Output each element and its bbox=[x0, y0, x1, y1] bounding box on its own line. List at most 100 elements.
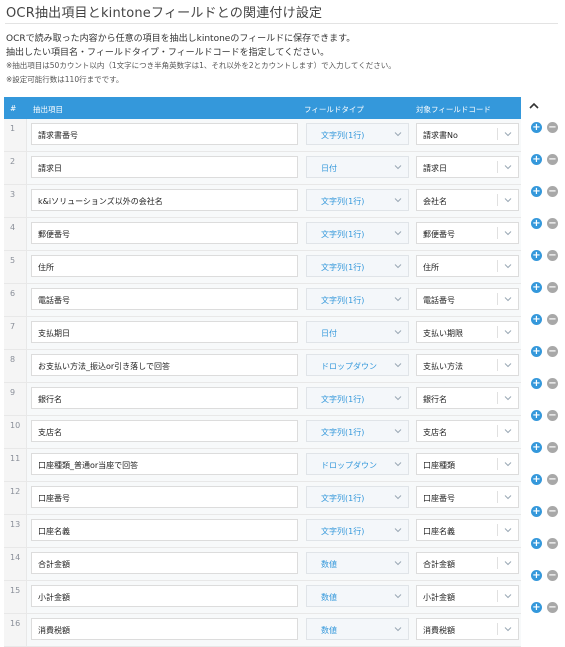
field-code-select[interactable]: 支店名 bbox=[416, 420, 519, 442]
field-code-select[interactable]: 会社名 bbox=[416, 189, 519, 211]
minus-circle-icon[interactable]: − bbox=[547, 218, 558, 229]
minus-circle-icon[interactable]: − bbox=[547, 250, 558, 261]
field-type-select[interactable]: 文字列(1行) bbox=[306, 387, 409, 409]
field-code-select[interactable]: 請求書No bbox=[416, 123, 519, 145]
minus-circle-icon[interactable]: − bbox=[547, 602, 558, 613]
minus-circle-icon[interactable]: − bbox=[547, 506, 558, 517]
field-code-select[interactable]: 消費税額 bbox=[416, 618, 519, 640]
plus-circle-icon[interactable]: + bbox=[531, 186, 542, 197]
row-action-buttons: + − bbox=[531, 602, 561, 614]
row-number-cell: 3 bbox=[4, 185, 27, 217]
row-number: 1 bbox=[10, 124, 16, 133]
extract-item-input[interactable]: 郵便番号 bbox=[31, 222, 298, 244]
field-type-select[interactable]: 文字列(1行) bbox=[306, 222, 409, 244]
field-type-select[interactable]: 文字列(1行) bbox=[306, 519, 409, 541]
chevron-down-icon bbox=[394, 198, 402, 203]
extract-item-input[interactable]: 口座種類_普通or当座で回答 bbox=[31, 453, 298, 475]
minus-circle-icon[interactable]: − bbox=[547, 282, 558, 293]
field-code-select[interactable]: 支払い方法 bbox=[416, 354, 519, 376]
plus-circle-icon[interactable]: + bbox=[531, 506, 542, 517]
plus-circle-icon[interactable]: + bbox=[531, 218, 542, 229]
plus-circle-icon[interactable]: + bbox=[531, 346, 542, 357]
plus-circle-icon[interactable]: + bbox=[531, 378, 542, 389]
field-code-select[interactable]: 口座名義 bbox=[416, 519, 519, 541]
field-code-select[interactable]: 口座種類 bbox=[416, 453, 519, 475]
field-code-select[interactable]: 住所 bbox=[416, 255, 519, 277]
field-type-select[interactable]: 数値 bbox=[306, 585, 409, 607]
minus-circle-icon[interactable]: − bbox=[547, 474, 558, 485]
select-divider bbox=[497, 425, 498, 437]
field-code-value: 小計金額 bbox=[423, 593, 455, 602]
plus-circle-icon[interactable]: + bbox=[531, 314, 542, 325]
plus-circle-icon[interactable]: + bbox=[531, 570, 542, 581]
extract-item-input[interactable]: 小計金額 bbox=[31, 585, 298, 607]
table-row: 3 k&iソリューションズ以外の会社名 文字列(1行) 会社名 bbox=[4, 185, 521, 218]
field-code-select[interactable]: 電話番号 bbox=[416, 288, 519, 310]
plus-circle-icon[interactable]: + bbox=[531, 474, 542, 485]
minus-circle-icon[interactable]: − bbox=[547, 570, 558, 581]
plus-circle-icon[interactable]: + bbox=[531, 410, 542, 421]
extract-item-input[interactable]: 請求書番号 bbox=[31, 123, 298, 145]
extract-item-input[interactable]: お支払い方法_振込or引き落しで回答 bbox=[31, 354, 298, 376]
chevron-down-icon bbox=[394, 396, 402, 401]
extract-item-input[interactable]: 消費税額 bbox=[31, 618, 298, 640]
field-code-value: 銀行名 bbox=[423, 395, 447, 404]
chevron-down-icon bbox=[504, 528, 512, 533]
extract-item-input[interactable]: 支払期日 bbox=[31, 321, 298, 343]
field-code-select[interactable]: 小計金額 bbox=[416, 585, 519, 607]
field-type-select[interactable]: 数値 bbox=[306, 552, 409, 574]
plus-circle-icon[interactable]: + bbox=[531, 122, 542, 133]
field-type-select[interactable]: 日付 bbox=[306, 321, 409, 343]
field-code-select[interactable]: 郵便番号 bbox=[416, 222, 519, 244]
row-number: 2 bbox=[10, 157, 16, 166]
plus-circle-icon[interactable]: + bbox=[531, 602, 542, 613]
minus-circle-icon[interactable]: − bbox=[547, 154, 558, 165]
field-type-select[interactable]: 文字列(1行) bbox=[306, 288, 409, 310]
field-code-value: 電話番号 bbox=[423, 296, 455, 305]
extract-item-input[interactable]: 電話番号 bbox=[31, 288, 298, 310]
minus-circle-icon[interactable]: − bbox=[547, 378, 558, 389]
field-type-select[interactable]: 文字列(1行) bbox=[306, 255, 409, 277]
field-type-select[interactable]: 日付 bbox=[306, 156, 409, 178]
field-type-select[interactable]: 文字列(1行) bbox=[306, 123, 409, 145]
minus-circle-icon[interactable]: − bbox=[547, 538, 558, 549]
extract-item-input[interactable]: 口座名義 bbox=[31, 519, 298, 541]
minus-circle-icon[interactable]: − bbox=[547, 314, 558, 325]
chevron-up-icon[interactable] bbox=[528, 101, 540, 111]
plus-circle-icon[interactable]: + bbox=[531, 154, 542, 165]
field-type-select[interactable]: ドロップダウン bbox=[306, 354, 409, 376]
field-code-select[interactable]: 支払い期限 bbox=[416, 321, 519, 343]
extract-item-input[interactable]: 合計金額 bbox=[31, 552, 298, 574]
field-type-select[interactable]: ドロップダウン bbox=[306, 453, 409, 475]
plus-circle-icon[interactable]: + bbox=[531, 538, 542, 549]
table-row: 4 郵便番号 文字列(1行) 郵便番号 bbox=[4, 218, 521, 251]
plus-circle-icon[interactable]: + bbox=[531, 282, 542, 293]
field-type-value: 文字列(1行) bbox=[321, 494, 365, 503]
extract-item-input[interactable]: k&iソリューションズ以外の会社名 bbox=[31, 189, 298, 211]
extract-item-input[interactable]: 銀行名 bbox=[31, 387, 298, 409]
minus-circle-icon[interactable]: − bbox=[547, 442, 558, 453]
plus-circle-icon[interactable]: + bbox=[531, 442, 542, 453]
field-type-select[interactable]: 文字列(1行) bbox=[306, 189, 409, 211]
field-type-select[interactable]: 文字列(1行) bbox=[306, 486, 409, 508]
extract-item-input[interactable]: 請求日 bbox=[31, 156, 298, 178]
field-code-select[interactable]: 請求日 bbox=[416, 156, 519, 178]
extract-item-input[interactable]: 支店名 bbox=[31, 420, 298, 442]
chevron-down-icon bbox=[394, 297, 402, 302]
field-code-select[interactable]: 口座番号 bbox=[416, 486, 519, 508]
minus-circle-icon[interactable]: − bbox=[547, 122, 558, 133]
plus-circle-icon[interactable]: + bbox=[531, 250, 542, 261]
field-type-value: 文字列(1行) bbox=[321, 296, 365, 305]
minus-circle-icon[interactable]: − bbox=[547, 346, 558, 357]
row-number: 9 bbox=[10, 388, 16, 397]
extract-item-input[interactable]: 口座番号 bbox=[31, 486, 298, 508]
extract-item-input[interactable]: 住所 bbox=[31, 255, 298, 277]
minus-circle-icon[interactable]: − bbox=[547, 410, 558, 421]
minus-circle-icon[interactable]: − bbox=[547, 186, 558, 197]
field-type-select[interactable]: 文字列(1行) bbox=[306, 420, 409, 442]
field-code-select[interactable]: 合計金額 bbox=[416, 552, 519, 574]
field-code-select[interactable]: 銀行名 bbox=[416, 387, 519, 409]
row-action-buttons: + − bbox=[531, 474, 561, 486]
select-divider bbox=[497, 161, 498, 173]
field-type-select[interactable]: 数値 bbox=[306, 618, 409, 640]
